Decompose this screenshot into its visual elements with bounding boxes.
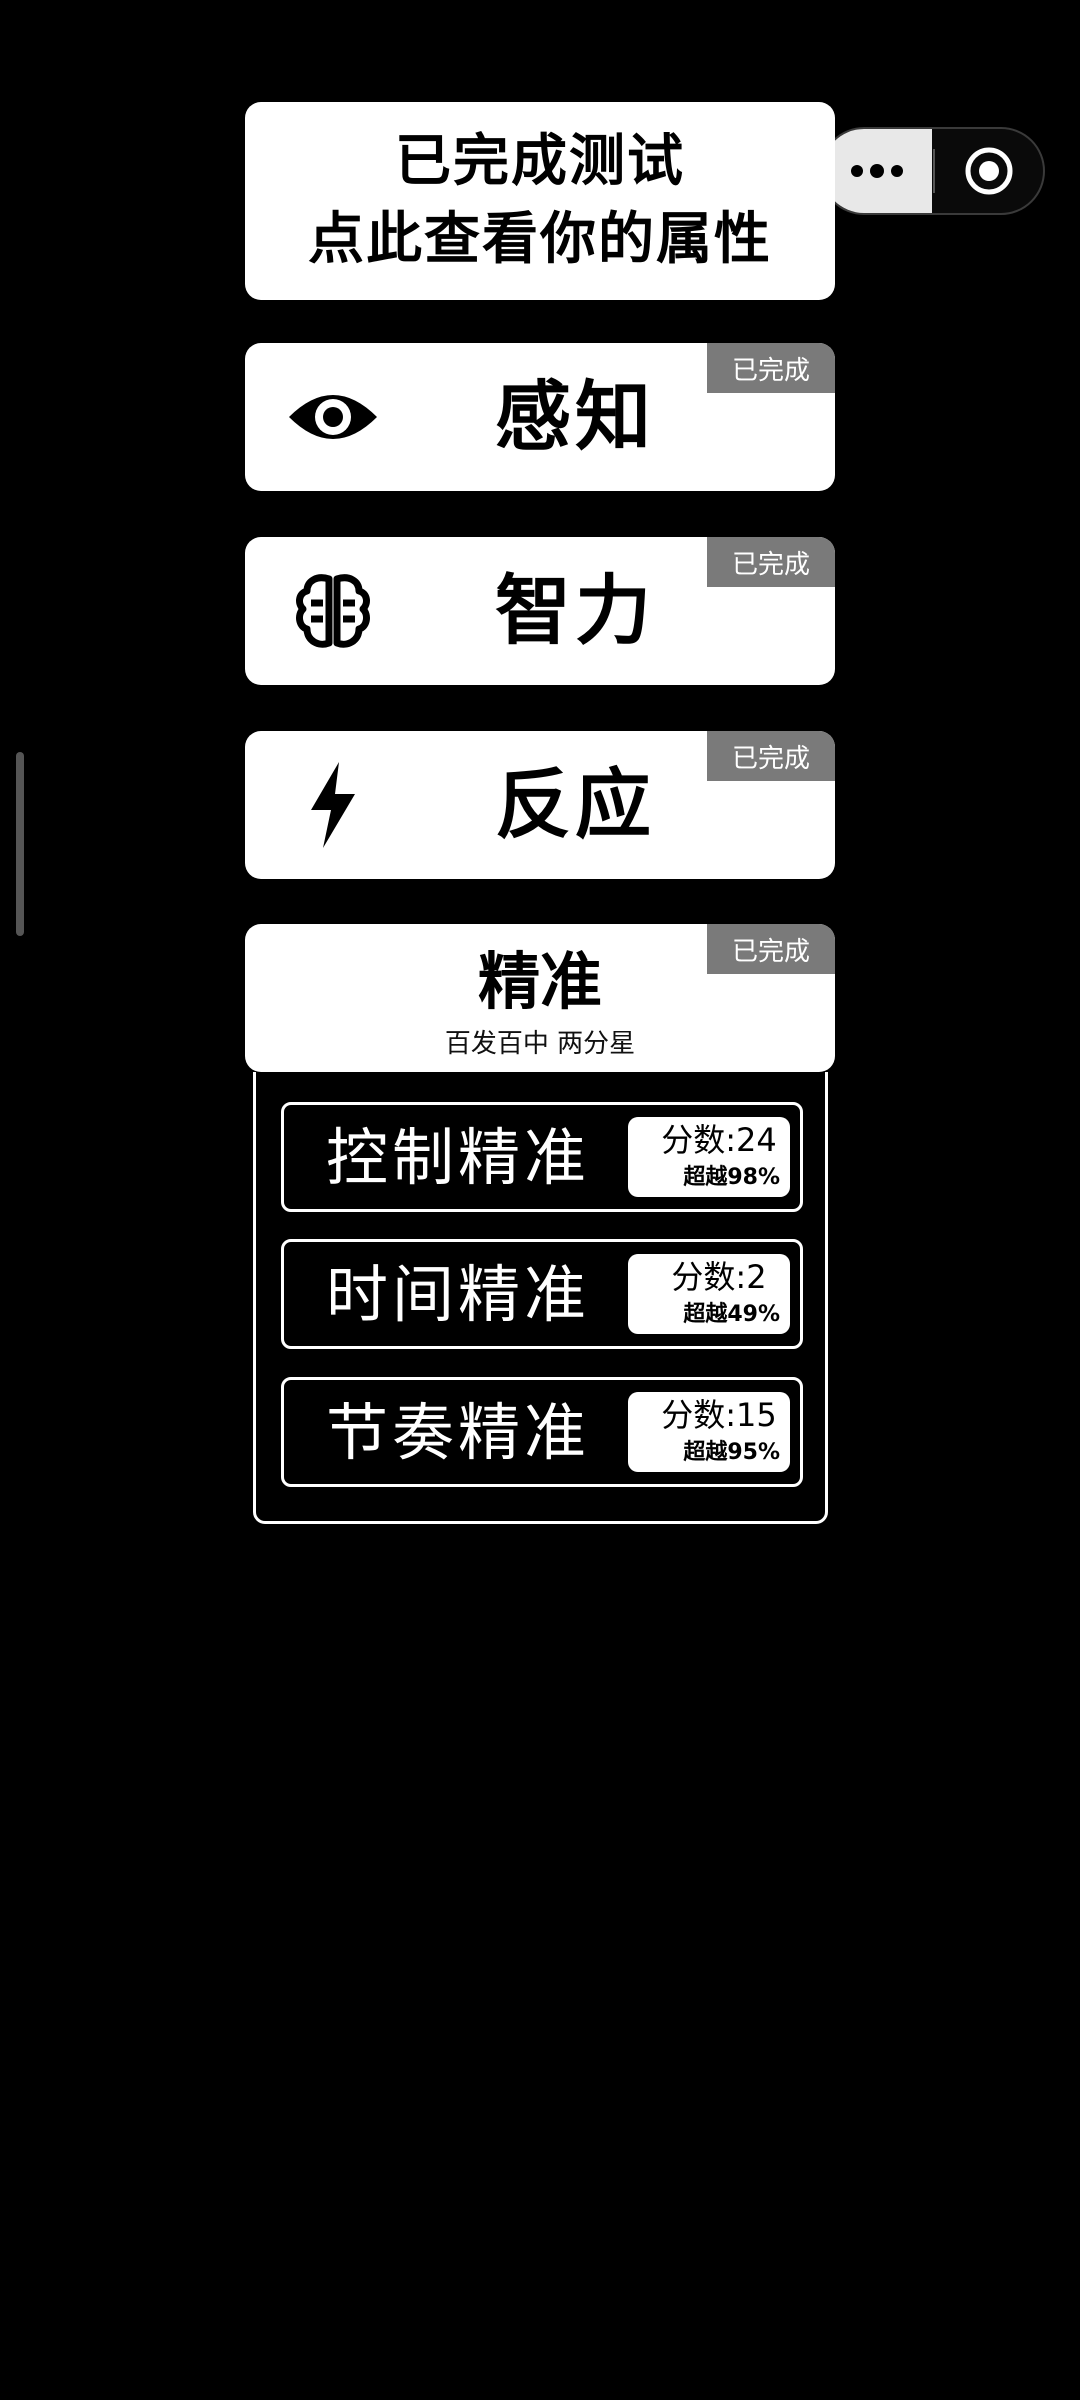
scroll-indicator[interactable] — [16, 752, 24, 936]
row-name: 控制精准 — [326, 1121, 591, 1194]
attribute-card-precision[interactable]: 精准 百发百中 两分星 已完成 — [245, 924, 835, 1072]
score-value: 分数:24 — [661, 1121, 777, 1159]
view-attributes-card[interactable]: 已完成测试 点此查看你的属性 — [245, 102, 835, 300]
attribute-card-perception[interactable]: 感知 已完成 — [245, 343, 835, 491]
precision-detail-panel: 控制精准 分数:24 超越98% 时间精准 分数:2 超越49% 节奏精准 分数… — [253, 1072, 828, 1524]
score-box: 分数:24 超越98% — [628, 1117, 790, 1197]
header-title: 已完成测试 — [395, 129, 685, 194]
completed-badge: 已完成 — [707, 924, 835, 974]
precision-row-timing[interactable]: 时间精准 分数:2 超越49% — [281, 1239, 803, 1349]
row-name: 节奏精准 — [326, 1396, 591, 1469]
attribute-card-intelligence[interactable]: 智力 已完成 — [245, 537, 835, 685]
precision-row-control[interactable]: 控制精准 分数:24 超越98% — [281, 1102, 803, 1212]
beat-percent: 超越49% — [683, 1302, 780, 1327]
more-menu-button[interactable] — [822, 129, 932, 213]
completed-badge: 已完成 — [707, 343, 835, 393]
more-dots-icon — [851, 164, 903, 178]
mini-program-capsule — [820, 127, 1045, 215]
precision-row-rhythm[interactable]: 节奏精准 分数:15 超越95% — [281, 1377, 803, 1487]
score-box: 分数:15 超越95% — [628, 1392, 790, 1472]
header-subtitle: 点此查看你的属性 — [308, 207, 772, 272]
row-name: 时间精准 — [326, 1258, 591, 1331]
score-value: 分数:2 — [671, 1258, 767, 1296]
attribute-card-reaction[interactable]: 反应 已完成 — [245, 731, 835, 879]
precision-subtitle: 百发百中 两分星 — [444, 1029, 636, 1059]
score-box: 分数:2 超越49% — [628, 1254, 790, 1334]
completed-badge: 已完成 — [707, 731, 835, 781]
beat-percent: 超越98% — [683, 1165, 780, 1190]
target-circle-icon — [965, 147, 1013, 195]
close-mini-program-button[interactable] — [934, 129, 1044, 213]
score-value: 分数:15 — [661, 1396, 777, 1434]
completed-badge: 已完成 — [707, 537, 835, 587]
beat-percent: 超越95% — [683, 1440, 780, 1465]
